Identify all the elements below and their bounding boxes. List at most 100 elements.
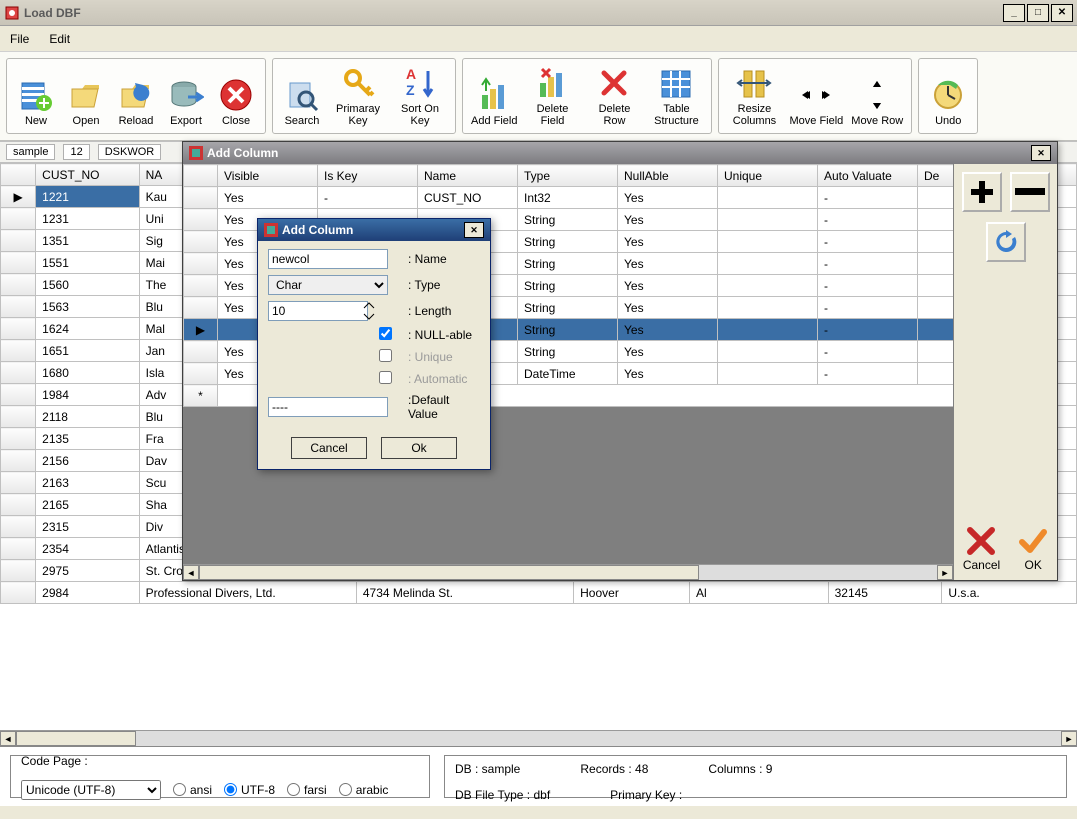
info-primarykey: Primary Key : <box>610 788 682 802</box>
addcol-row[interactable]: Yes-CUST_NOInt32Yes- <box>184 187 954 209</box>
toolbar-resizecolumns[interactable]: Resize Columns <box>725 63 783 129</box>
toolbar-open-label: Open <box>73 115 100 127</box>
scroll-left-arrow[interactable]: ◄ <box>0 731 16 746</box>
undo-icon <box>930 77 966 113</box>
toolbar-movefield-label: Move Field <box>789 115 843 127</box>
dialog-close-button[interactable]: ✕ <box>464 222 484 238</box>
addcol-scroll-right[interactable]: ► <box>937 565 953 580</box>
add-column-dialog-titlebar[interactable]: Add Column ✕ <box>258 219 490 241</box>
ok-check-icon <box>1018 526 1048 556</box>
side-cancel-label: Cancel <box>963 558 1000 572</box>
toolbar-moverow[interactable]: Move Row <box>849 63 905 129</box>
toolbar-tablestructure[interactable]: Table Structure <box>647 63 705 129</box>
export-icon <box>168 77 204 113</box>
toolbar-open[interactable]: Open <box>63 63 109 129</box>
bottom-panel: Code Page : Unicode (UTF-8) ansi UTF-8 f… <box>0 746 1077 806</box>
toolbar-primarykey-label: Primaray Key <box>331 103 385 127</box>
info-panel: DB : sample Records : 48 Columns : 9 DB … <box>444 755 1067 798</box>
minus-button[interactable] <box>1010 172 1050 212</box>
scroll-thumb[interactable] <box>16 731 136 746</box>
addcol-scroll-thumb[interactable] <box>199 565 699 580</box>
toolbar-addfield-label: Add Field <box>471 115 517 127</box>
svg-text:A: A <box>406 66 416 82</box>
search-icon <box>284 77 320 113</box>
toolbar-addfield[interactable]: Add Field <box>469 63 519 129</box>
automatic-checkbox[interactable] <box>379 371 392 384</box>
window-icon <box>189 146 203 160</box>
nullable-checkbox[interactable] <box>379 327 392 340</box>
open-icon <box>68 77 104 113</box>
tablestructure-icon <box>658 65 694 101</box>
toolbar-primarykey[interactable]: Primaray Key <box>329 63 387 129</box>
cancel-x-icon <box>966 526 996 556</box>
toolbar-group-keys: SearchPrimaray KeyAZSort On Key <box>272 58 456 134</box>
enc-farsi[interactable]: farsi <box>287 783 327 797</box>
default-value-label: :Default Value <box>408 393 480 421</box>
status-file: DSKWOR <box>98 144 162 160</box>
addfield-icon <box>476 77 512 113</box>
default-value-input[interactable] <box>268 397 388 417</box>
primarykey-icon <box>340 65 376 101</box>
resizecolumns-icon <box>736 65 772 101</box>
toolbar-new[interactable]: New <box>13 63 59 129</box>
toolbar-group-undo: Undo <box>918 58 978 134</box>
toolbar-undo[interactable]: Undo <box>925 63 971 129</box>
scroll-right-arrow[interactable]: ► <box>1061 731 1077 746</box>
dialog-title: Add Column <box>282 223 353 237</box>
toolbar-sortonkey[interactable]: AZSort On Key <box>391 63 449 129</box>
toolbar-deleterow[interactable]: Delete Row <box>585 63 643 129</box>
codepage-select[interactable]: Unicode (UTF-8) <box>21 780 161 800</box>
toolbar-new-label: New <box>25 115 47 127</box>
toolbar-tablestructure-label: Table Structure <box>649 103 703 127</box>
enc-ansi[interactable]: ansi <box>173 783 212 797</box>
toolbar-search[interactable]: Search <box>279 63 325 129</box>
menu-file[interactable]: File <box>10 32 29 46</box>
name-label: : Name <box>408 252 480 266</box>
maximize-button[interactable]: □ <box>1027 4 1049 22</box>
toolbar-deletefield-label: Delete Field <box>525 103 579 127</box>
main-horizontal-scrollbar[interactable]: ◄ ► <box>0 730 1077 746</box>
minimize-button[interactable]: _ <box>1003 4 1025 22</box>
toolbar-reload[interactable]: Reload <box>113 63 159 129</box>
addcol-scroll-left[interactable]: ◄ <box>183 565 199 580</box>
enc-utf8[interactable]: UTF-8 <box>224 783 275 797</box>
toolbar-group-fields: Add Field Delete Field Delete Row Table Str… <box>462 58 712 134</box>
name-input[interactable] <box>268 249 388 269</box>
unique-checkbox[interactable] <box>379 349 392 362</box>
unique-label: : Unique <box>408 350 480 364</box>
refresh-button[interactable] <box>986 222 1026 262</box>
encoding-panel: Code Page : Unicode (UTF-8) ansi UTF-8 f… <box>10 755 430 798</box>
table-row[interactable]: 2984Professional Divers, Ltd.4734 Melind… <box>1 582 1077 604</box>
dialog-ok-button[interactable]: Ok <box>381 437 457 459</box>
toolbar-export[interactable]: Export <box>163 63 209 129</box>
menu-bar: File Edit <box>0 26 1077 52</box>
toolbar-deletefield[interactable]: Delete Field <box>523 63 581 129</box>
automatic-label: : Automatic <box>408 372 480 386</box>
plus-button[interactable] <box>962 172 1002 212</box>
nullable-label: : NULL-able <box>408 328 480 342</box>
status-db: sample <box>6 144 55 160</box>
menu-edit[interactable]: Edit <box>49 32 70 46</box>
codepage-label: Code Page : <box>21 754 419 768</box>
moverow-icon <box>859 77 895 113</box>
type-select[interactable]: Char <box>268 275 388 295</box>
length-input[interactable] <box>268 301 368 321</box>
side-ok-button[interactable]: OK <box>1018 526 1048 572</box>
toolbar-movefield[interactable]: Move Field <box>787 63 845 129</box>
window-title: Load DBF <box>24 6 81 20</box>
addcol-horizontal-scrollbar[interactable]: ◄ ► <box>183 564 953 580</box>
toolbar-close[interactable]: Close <box>213 63 259 129</box>
add-column-close-button[interactable]: ✕ <box>1031 145 1051 161</box>
add-column-titlebar[interactable]: Add Column ✕ <box>183 142 1057 164</box>
enc-arabic[interactable]: arabic <box>339 783 389 797</box>
close-button[interactable]: ✕ <box>1051 4 1073 22</box>
add-column-side-panel: Cancel OK <box>953 164 1057 580</box>
add-column-dialog: Add Column ✕ : Name Char : Type : Length… <box>257 218 491 470</box>
dialog-cancel-button[interactable]: Cancel <box>291 437 367 459</box>
side-cancel-button[interactable]: Cancel <box>963 526 1000 572</box>
toolbar-deleterow-label: Delete Row <box>587 103 641 127</box>
length-spinner[interactable] <box>360 301 378 321</box>
length-label: : Length <box>408 304 480 318</box>
toolbar-resizecolumns-label: Resize Columns <box>727 103 781 127</box>
svg-text:Z: Z <box>406 82 415 98</box>
